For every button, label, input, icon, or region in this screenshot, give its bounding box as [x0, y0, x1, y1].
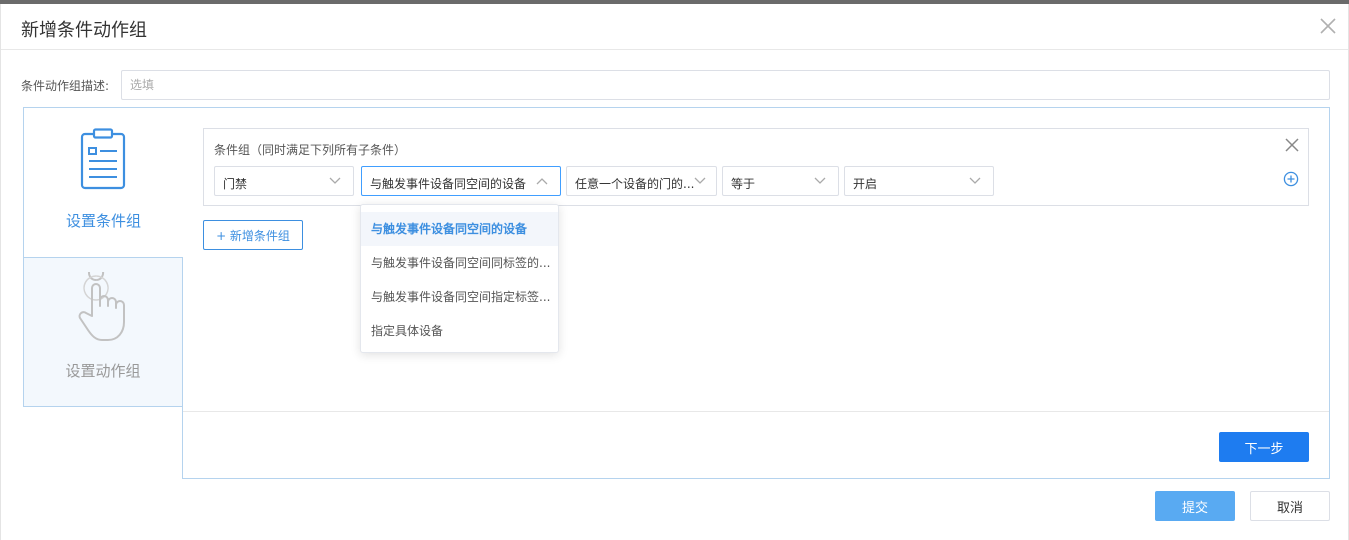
hand-pointer-icon [78, 272, 125, 341]
value-select[interactable]: 开启 [844, 166, 994, 196]
description-label: 条件动作组描述: [21, 79, 110, 93]
clipboard-icon [80, 128, 126, 190]
divider [183, 411, 1329, 412]
dialog-header: 新增条件动作组 [1, 4, 1348, 50]
dialog: 新增条件动作组 条件动作组描述: 设置条件组 [0, 4, 1349, 540]
device-scope-select[interactable]: 与触发事件设备同空间的设备 [361, 166, 561, 196]
device-property-select[interactable]: 任意一个设备的门的... [566, 166, 717, 196]
condition-group-title: 条件组（同时满足下列所有子条件） [214, 143, 407, 157]
step-set-action-group[interactable]: 设置动作组 [23, 257, 183, 407]
dropdown-option[interactable]: 与触发事件设备同空间同标签的... [361, 246, 558, 280]
chevron-down-icon [814, 177, 826, 184]
cancel-button[interactable]: 取消 [1250, 491, 1330, 521]
chevron-down-icon [694, 177, 706, 184]
select-value: 与触发事件设备同空间的设备 [370, 177, 527, 191]
select-value: 等于 [731, 177, 756, 191]
submit-button[interactable]: 提交 [1155, 491, 1235, 521]
dropdown-option[interactable]: 指定具体设备 [361, 314, 558, 348]
operator-select[interactable]: 等于 [722, 166, 839, 196]
select-value: 任意一个设备的门的... [575, 177, 695, 191]
dropdown-option[interactable]: 与触发事件设备同空间指定标签... [361, 280, 558, 314]
close-icon[interactable] [1318, 16, 1338, 36]
close-icon[interactable] [1284, 137, 1300, 153]
chevron-up-icon [536, 178, 548, 185]
select-value: 门禁 [223, 177, 248, 191]
add-condition-group-button[interactable]: + 新增条件组 [203, 220, 303, 250]
dropdown-option[interactable]: 与触发事件设备同空间的设备 [361, 212, 558, 246]
condition-group: 条件组（同时满足下列所有子条件） 门禁 与触发事件设备同空间的设备 任意一个设备… [203, 128, 1309, 206]
description-input[interactable] [121, 70, 1330, 100]
step-set-condition-group[interactable]: 设置条件组 [23, 107, 183, 258]
dialog-title: 新增条件动作组 [21, 20, 147, 41]
step2-label: 设置动作组 [65, 362, 141, 380]
chevron-down-icon [969, 177, 981, 184]
select-value: 开启 [853, 177, 878, 191]
device-type-select[interactable]: 门禁 [214, 166, 354, 196]
chevron-down-icon [329, 177, 341, 184]
device-scope-dropdown: 与触发事件设备同空间的设备 与触发事件设备同空间同标签的... 与触发事件设备同… [360, 204, 559, 353]
step1-label: 设置条件组 [65, 212, 141, 230]
plus-circle-icon[interactable] [1283, 171, 1299, 187]
next-step-button[interactable]: 下一步 [1219, 432, 1309, 462]
wizard: 设置条件组 设置动作组 条件组（同时满足下列所有子条件） 门禁 与触发事件设备同… [23, 107, 1330, 479]
